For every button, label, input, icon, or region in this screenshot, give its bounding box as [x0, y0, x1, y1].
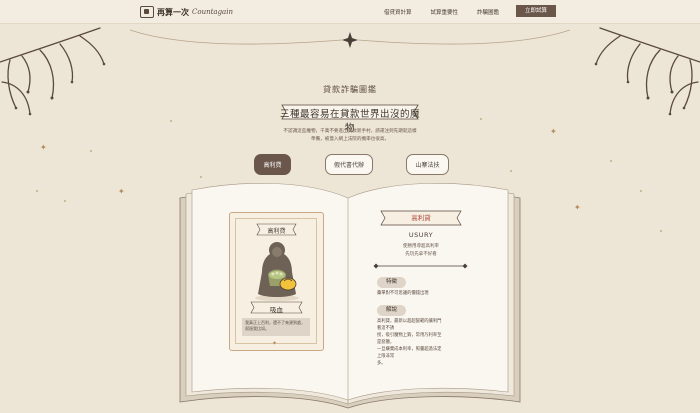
star-dot — [640, 190, 642, 192]
section-description: 不認識這些魔物，千萬不要進出貸款新手村，請運注到先期就這樣 準備，被蓋入網上法院… — [283, 129, 417, 142]
nav-scam-guide[interactable]: 詐騙圖鑑 — [477, 8, 499, 16]
main-nav: 借貸資計算 試算重要性 詐騙圖鑑 立即試算 — [384, 5, 700, 17]
tab-usury[interactable]: 高利貸 — [254, 154, 291, 175]
ornamental-divider — [373, 263, 468, 269]
top-ornament — [130, 29, 570, 48]
sparkle-icon: ✦ — [550, 127, 557, 136]
monster-subtitle-2: 先玩先拿不好看 — [405, 252, 437, 257]
star-dot — [90, 150, 92, 152]
explanation-text: 高利貸，最新以超超蠻範的讓利門看這不誘 拐，吸引魔物上鉤，常用乃利率至是惡聽， … — [377, 319, 442, 366]
sparkle-icon: ✦ — [574, 203, 581, 212]
tab-fake-agent[interactable]: 假代書代辦 — [325, 154, 373, 175]
star-dot — [480, 118, 482, 120]
card-name: 吸血 — [270, 306, 283, 314]
left-branch-decoration — [0, 27, 106, 116]
star-dot — [610, 160, 612, 162]
usury-monster-illustration — [255, 242, 299, 301]
star-dot — [200, 176, 202, 178]
tab-fake-legal-aid[interactable]: 山寨法扶 — [406, 154, 449, 175]
nav-loan-calculator[interactable]: 借貸資計算 — [384, 8, 412, 16]
nav-importance[interactable]: 試算重要性 — [430, 8, 458, 16]
try-now-button[interactable]: 立即試算 — [516, 5, 556, 17]
explanation-pill: 解說 — [377, 305, 407, 316]
logo-text: 再算一次 — [157, 7, 189, 17]
right-branch-decoration — [594, 27, 700, 116]
star-dot — [510, 170, 512, 172]
card-label: 高利貸 — [267, 228, 286, 235]
star-dot — [660, 230, 662, 232]
star-dot — [64, 200, 66, 202]
sparkle-icon: ✦ — [40, 143, 47, 152]
feature-pill: 特徵 — [377, 277, 407, 288]
sparkle-icon: ✦ — [272, 340, 278, 347]
feature-text: 藥單對不可思議的價錢出現 — [377, 291, 429, 296]
monster-english-name: USURY — [408, 231, 434, 239]
monster-subtitle-1: 使勝用導超高利率 — [403, 244, 439, 249]
monster-title: 高利貸 — [411, 214, 431, 222]
top-header: 再算一次 Countagain 借貸資計算 試算重要性 詐騙圖鑑 立即試算 — [0, 0, 700, 24]
card-quote: 我真正上百利，還不了來源到處，幫過我比如。 — [242, 318, 310, 336]
logo-icon — [140, 6, 154, 18]
logo-subtitle: Countagain — [192, 8, 233, 16]
site-logo[interactable]: 再算一次 Countagain — [140, 6, 233, 18]
star-dot — [36, 190, 38, 192]
star-dot — [170, 120, 172, 122]
sparkle-icon: ✦ — [118, 187, 125, 196]
section-title: 貸款詐騙圖鑑 — [323, 85, 377, 94]
